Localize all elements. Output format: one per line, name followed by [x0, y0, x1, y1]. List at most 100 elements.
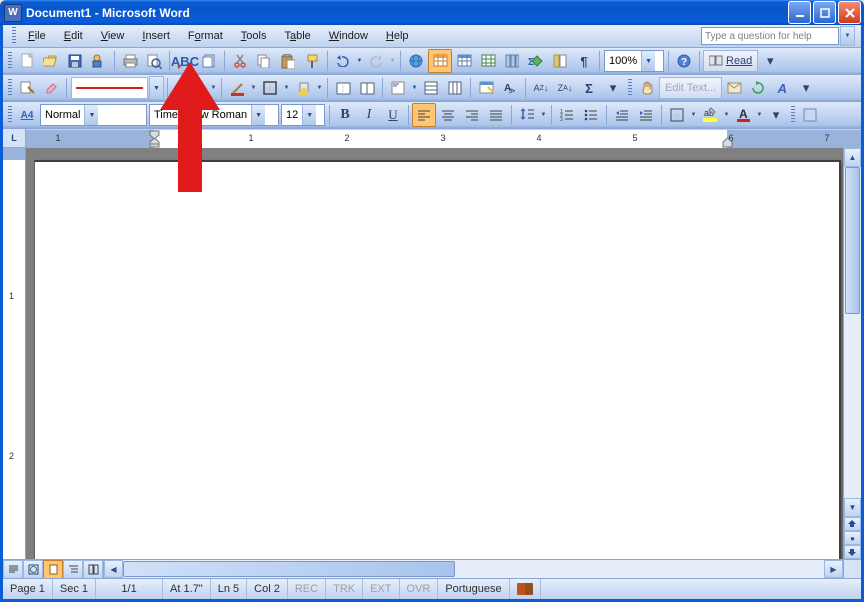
toolbar-grip-4[interactable] [8, 106, 12, 124]
outside-border-button[interactable] [258, 76, 282, 100]
open-button[interactable] [39, 49, 63, 73]
undo-dropdown[interactable]: ▼ [355, 58, 364, 64]
minimize-button[interactable] [788, 1, 811, 24]
new-document-button[interactable] [15, 49, 39, 73]
hscroll-thumb[interactable] [123, 561, 455, 577]
paste-button[interactable] [276, 49, 300, 73]
shading-color-dropdown[interactable]: ▼ [315, 85, 324, 91]
browse-object-button[interactable]: ● [844, 531, 861, 545]
outside-border-dropdown[interactable]: ▼ [282, 85, 291, 91]
menu-table[interactable]: Table [275, 28, 319, 44]
zoom-selector[interactable]: 100% ▼ [604, 50, 664, 72]
undo-button[interactable] [331, 49, 355, 73]
toolbar-options-4[interactable]: ▾ [764, 103, 788, 127]
print-button[interactable] [118, 49, 142, 73]
styles-pane-button[interactable]: A4 [15, 103, 39, 127]
wordart-button[interactable]: A [770, 76, 794, 100]
insert-table-button[interactable] [452, 49, 476, 73]
show-hide-button[interactable]: ¶ [572, 49, 596, 73]
menu-tools[interactable]: Tools [232, 28, 276, 44]
redo-dropdown[interactable]: ▼ [388, 58, 397, 64]
toolbar-grip-3[interactable] [628, 79, 632, 97]
horizontal-ruler[interactable]: 1 1 2 3 4 5 6 7 [26, 129, 861, 149]
toolbar-grip-2[interactable] [8, 79, 12, 97]
scroll-down-button[interactable]: ▼ [844, 498, 861, 517]
italic-button[interactable]: I [357, 103, 381, 127]
line-weight-selector[interactable] [171, 76, 209, 100]
spelling-button[interactable]: ABC✔ [173, 49, 197, 73]
line-style-selector[interactable] [71, 77, 148, 99]
distribute-rows-button[interactable] [419, 76, 443, 100]
menu-window[interactable]: Window [320, 28, 377, 44]
close-button[interactable] [838, 1, 861, 24]
toolbar-options-2[interactable]: ▾ [601, 76, 625, 100]
research-button[interactable] [197, 49, 221, 73]
autoformat-button[interactable] [474, 76, 498, 100]
toolbar-grip[interactable] [8, 52, 12, 70]
columns-button[interactable] [500, 49, 524, 73]
hscroll-track[interactable] [123, 560, 824, 578]
permission-button[interactable] [87, 49, 111, 73]
extra-button[interactable] [798, 103, 822, 127]
toolbar-grip-5[interactable] [791, 106, 795, 124]
status-spellcheck-icon[interactable] [510, 579, 541, 599]
normal-view-button[interactable] [3, 560, 23, 579]
bullets-button[interactable] [579, 103, 603, 127]
print-preview-button[interactable] [142, 49, 166, 73]
hyperlink-button[interactable] [404, 49, 428, 73]
vertical-ruler[interactable]: 1 2 [3, 148, 26, 559]
right-indent-marker[interactable] [722, 138, 734, 148]
menu-format[interactable]: Format [179, 28, 232, 44]
left-indent-marker[interactable] [149, 138, 161, 148]
status-trk[interactable]: TRK [326, 579, 363, 599]
menu-view[interactable]: View [92, 28, 134, 44]
zoom-dropdown[interactable]: ▼ [641, 51, 655, 71]
highlight-dropdown[interactable]: ▼ [722, 112, 731, 118]
prev-page-button[interactable] [844, 517, 861, 531]
increase-indent-button[interactable] [634, 103, 658, 127]
maximize-button[interactable] [813, 1, 836, 24]
status-rec[interactable]: REC [288, 579, 326, 599]
font-color-dropdown[interactable]: ▼ [755, 112, 764, 118]
toolbar-options-3[interactable]: ▾ [794, 76, 818, 100]
status-language[interactable]: Portuguese [438, 579, 509, 599]
size-dropdown[interactable]: ▼ [302, 105, 316, 125]
decrease-indent-button[interactable] [610, 103, 634, 127]
align-center-button[interactable] [436, 103, 460, 127]
underline-button[interactable]: U [381, 103, 405, 127]
menu-file[interactable]: File [19, 28, 55, 44]
style-selector[interactable]: Normal ▼ [40, 104, 147, 126]
autosum-button[interactable]: Σ [577, 76, 601, 100]
redo-button[interactable] [364, 49, 388, 73]
align-left-button[interactable] [412, 103, 436, 127]
drawing-button[interactable]: Σ [524, 49, 548, 73]
save-button[interactable] [63, 49, 87, 73]
line-style-dropdown[interactable]: ▼ [149, 76, 164, 100]
reading-layout-view-button[interactable] [83, 560, 103, 579]
line-spacing-dropdown[interactable]: ▼ [539, 112, 548, 118]
menu-grip[interactable] [12, 27, 16, 45]
distribute-cols-button[interactable] [443, 76, 467, 100]
help-question-input[interactable] [701, 27, 839, 45]
highlight-button[interactable]: ab [698, 103, 722, 127]
vscroll-thumb[interactable] [845, 167, 860, 314]
justify-button[interactable] [484, 103, 508, 127]
help-button[interactable]: ? [672, 49, 696, 73]
font-selector[interactable]: Times New Roman ▼ [149, 104, 279, 126]
outline-view-button[interactable] [63, 560, 83, 579]
envelope-button[interactable] [722, 76, 746, 100]
merge-cells-button[interactable] [331, 76, 355, 100]
status-ext[interactable]: EXT [363, 579, 399, 599]
borders-dropdown[interactable]: ▼ [689, 112, 698, 118]
style-dropdown[interactable]: ▼ [84, 105, 98, 125]
font-color-button[interactable]: A [731, 103, 755, 127]
draw-table-button[interactable] [15, 76, 39, 100]
line-weight-dropdown[interactable]: ▼ [209, 85, 218, 91]
align-top-left-button[interactable] [386, 76, 410, 100]
docmap-button[interactable] [548, 49, 572, 73]
print-layout-view-button[interactable] [43, 560, 63, 579]
help-question-dropdown[interactable]: ▼ [840, 26, 855, 46]
border-color-button[interactable] [225, 76, 249, 100]
status-ovr[interactable]: OVR [400, 579, 439, 599]
borders-button[interactable] [665, 103, 689, 127]
